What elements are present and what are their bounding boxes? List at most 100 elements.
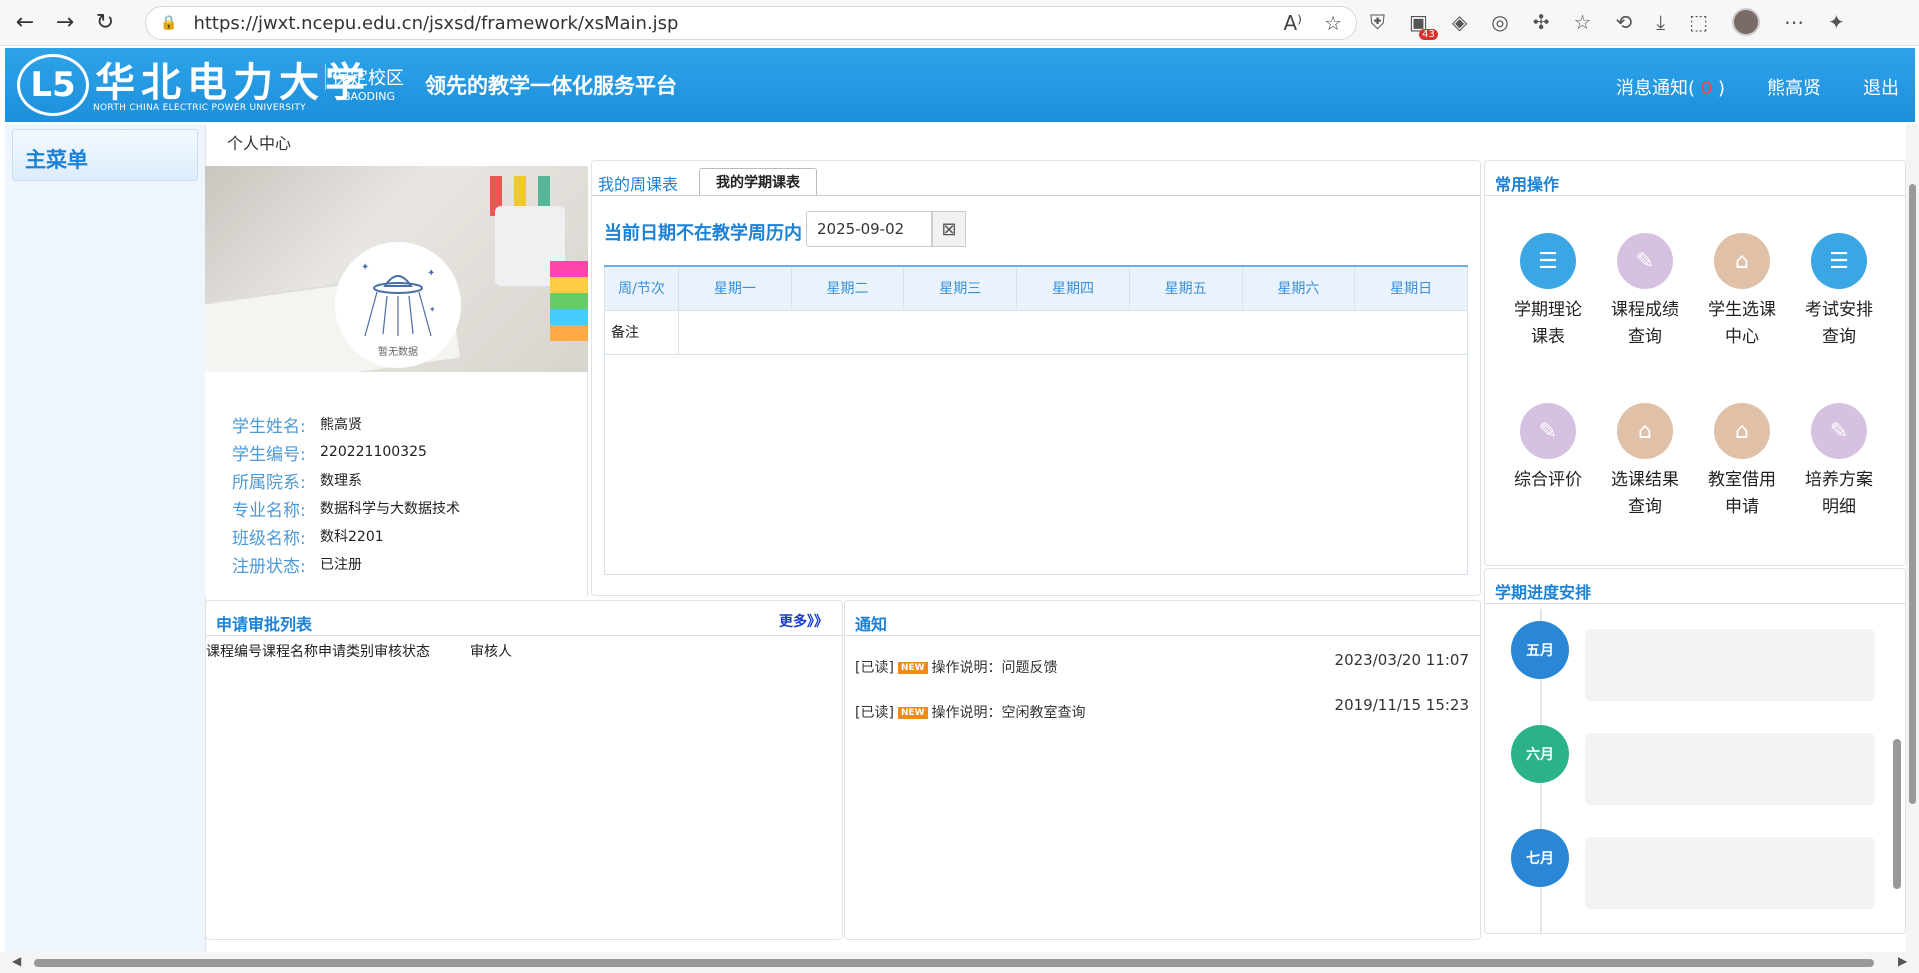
profile-panel: ✦ ✦ ✦ 暂无数据 学生姓名: 熊高贤 学生编号: 220221100325 所属… (205, 166, 588, 596)
column-header: 星期三 (903, 265, 1018, 311)
svg-text:✦: ✦ (429, 305, 436, 314)
info-row: 学生编号: 220221100325 (232, 444, 427, 465)
column-header: 课程编号 (206, 644, 262, 660)
info-row: 注册状态: 已注册 (232, 556, 362, 577)
favorite-star-icon[interactable]: ☆ (1324, 11, 1342, 35)
approval-table-header: 课程编号 课程名称 申请类别 审核状态 审核人 (206, 641, 512, 661)
notice-item[interactable]: [已读] NEW 操作说明：问题反馈 2023/03/20 11:07 (855, 651, 1469, 677)
extension-badge-count: 43 (1419, 29, 1438, 40)
downloads-icon[interactable]: ⤓ (1656, 10, 1665, 34)
screenshot-icon[interactable]: ⬚ (1689, 10, 1708, 34)
info-row: 班级名称: 数科2201 (232, 528, 384, 549)
week-table-body (604, 355, 1468, 575)
tab-term-schedule[interactable]: 我的学期课表 (699, 168, 817, 196)
scroll-left-icon[interactable]: ◀ (12, 954, 21, 968)
messages-count: 0 (1700, 78, 1713, 99)
quill-icon: ✎ (1811, 403, 1867, 459)
back-arrow-icon[interactable]: ← (10, 8, 40, 38)
user-name-link[interactable]: 熊高贤 (1767, 74, 1821, 100)
browser-toolbar: ← → ↻ 🔒 https://jwxt.ncepu.edu.cn/jsxsd/… (0, 0, 1919, 46)
notice-panel: 通知 [已读] NEW 操作说明：问题反馈 2023/03/20 11:07 [已读… (844, 600, 1481, 940)
messages-link[interactable]: 消息通知( 0 ) (1616, 74, 1725, 100)
university-english-name: NORTH CHINA ELECTRIC POWER UNIVERSITY (93, 103, 306, 113)
new-badge: NEW (897, 707, 928, 719)
op-term-timetable[interactable]: ☰ 学期理论 课表 (1503, 233, 1593, 351)
extensions-puzzle-icon[interactable]: ✣ (1533, 10, 1550, 34)
quill-icon: ✎ (1617, 233, 1673, 289)
op-training-plan[interactable]: ✎ 培养方案 明细 (1794, 403, 1884, 521)
site-info-icon[interactable]: 🔒 (160, 15, 177, 31)
column-header: 星期四 (1016, 265, 1130, 311)
profile-avatar[interactable] (1731, 8, 1760, 36)
column-header: 申请类别 (318, 644, 374, 660)
column-header: 星期五 (1128, 265, 1243, 311)
new-badge: NEW (897, 662, 928, 674)
page-horizontal-scrollbar[interactable]: ◀ ▶ (0, 952, 1919, 973)
date-input[interactable]: 2025-09-02 (806, 211, 932, 247)
building-icon: ⌂ (1617, 403, 1673, 459)
notice-title: 通知 (855, 615, 888, 634)
op-exam-schedule[interactable]: ☰ 考试安排 查询 (1794, 233, 1884, 351)
column-header: 审核状态 (374, 644, 430, 660)
month-content (1585, 837, 1875, 909)
remark-cell (678, 309, 1468, 355)
colorful-extension-icon[interactable]: ◈ (1452, 10, 1467, 34)
info-row: 所属院系: 数理系 (232, 472, 362, 493)
op-course-selection[interactable]: ⌂ 学生选课 中心 (1697, 233, 1787, 351)
history-icon[interactable]: ⟲ (1615, 10, 1632, 34)
campus-name: 保定校区 (325, 64, 404, 90)
campus-english-name: BAODING (343, 90, 396, 103)
more-menu-icon[interactable]: ⋯ (1784, 10, 1804, 34)
main-menu-button[interactable]: 主菜单 (12, 129, 198, 181)
shield-extension-icon[interactable]: ⛨ (1370, 10, 1385, 34)
building-icon: ⌂ (1714, 233, 1770, 289)
semester-progress-panel: 学期进度安排 五月 六月 七月 (1484, 568, 1906, 934)
month-content (1585, 629, 1875, 701)
info-row: 学生姓名: 熊高贤 (232, 416, 362, 437)
column-header: 周/节次 (604, 265, 679, 311)
extension-badge-icon[interactable]: ▣ 43 (1409, 10, 1438, 40)
quill-icon: ✎ (1520, 403, 1576, 459)
column-header: 课程名称 (262, 644, 318, 660)
common-operations-panel: 常用操作 ☰ 学期理论 课表 ✎ 课程成绩 查询 ⌂ 学生选课 中心 ☰ 考试安排 查询… (1484, 160, 1906, 566)
week-schedule-panel: 我的周课表 我的学期课表 当前日期不在教学周历内 2025-09-02 ⊠ 周/… (591, 160, 1481, 596)
ops-title: 常用操作 (1495, 175, 1560, 194)
more-link[interactable]: 更多》》 (779, 611, 828, 631)
copilot-icon[interactable]: ✦ (1828, 10, 1845, 34)
approval-list-panel: 申请审批列表 更多》》 课程编号 课程名称 申请类别 审核状态 审核人 (205, 600, 843, 940)
scroll-right-icon[interactable]: ▶ (1898, 954, 1907, 968)
performance-icon[interactable]: ◎ (1491, 10, 1508, 34)
progress-scrollbar[interactable] (1891, 609, 1903, 929)
left-menu: 主菜单 (5, 124, 206, 952)
read-aloud-icon[interactable]: A⁾ (1283, 11, 1302, 35)
month-july: 七月 (1511, 829, 1569, 887)
calendar-icon[interactable]: ⊠ (932, 211, 966, 247)
refresh-icon[interactable]: ↻ (90, 8, 120, 38)
date-message: 当前日期不在教学周历内 (604, 223, 802, 244)
column-header: 星期二 (790, 265, 905, 311)
notice-item[interactable]: [已读] NEW 操作说明：空闲教室查询 2019/11/15 15:23 (855, 696, 1469, 722)
building-icon: ⌂ (1714, 403, 1770, 459)
approval-title: 申请审批列表 (216, 615, 313, 634)
progress-title: 学期进度安排 (1495, 583, 1592, 602)
remark-label: 备注 (604, 309, 679, 355)
op-grade-query[interactable]: ✎ 课程成绩 查询 (1600, 233, 1690, 351)
chat-icon: ☰ (1811, 233, 1867, 289)
no-data-avatar: ✦ ✦ ✦ 暂无数据 (335, 242, 461, 368)
op-selection-result[interactable]: ⌂ 选课结果 查询 (1600, 403, 1690, 521)
page-vertical-scrollbar[interactable] (1906, 124, 1919, 952)
column-header: 审核人 (470, 644, 512, 660)
address-bar[interactable]: 🔒 https://jwxt.ncepu.edu.cn/jsxsd/framew… (145, 6, 1357, 40)
platform-slogan: 领先的教学一体化服务平台 (425, 74, 677, 98)
op-evaluation[interactable]: ✎ 综合评价 (1503, 403, 1593, 494)
column-header: 星期日 (1354, 265, 1468, 311)
svg-text:✦: ✦ (361, 262, 369, 273)
op-classroom-borrow[interactable]: ⌂ 教室借用 申请 (1697, 403, 1787, 521)
url-text[interactable]: https://jwxt.ncepu.edu.cn/jsxsd/framewor… (193, 13, 678, 34)
forward-arrow-icon[interactable]: → (50, 8, 80, 38)
site-header: L5 华北电力大学 NORTH CHINA ELECTRIC POWER UNI… (5, 48, 1915, 122)
tab-week-schedule[interactable]: 我的周课表 (598, 171, 678, 195)
logout-link[interactable]: 退出 (1863, 74, 1899, 100)
breadcrumb: 个人中心 (227, 134, 292, 153)
favorites-icon[interactable]: ☆ (1574, 10, 1592, 34)
